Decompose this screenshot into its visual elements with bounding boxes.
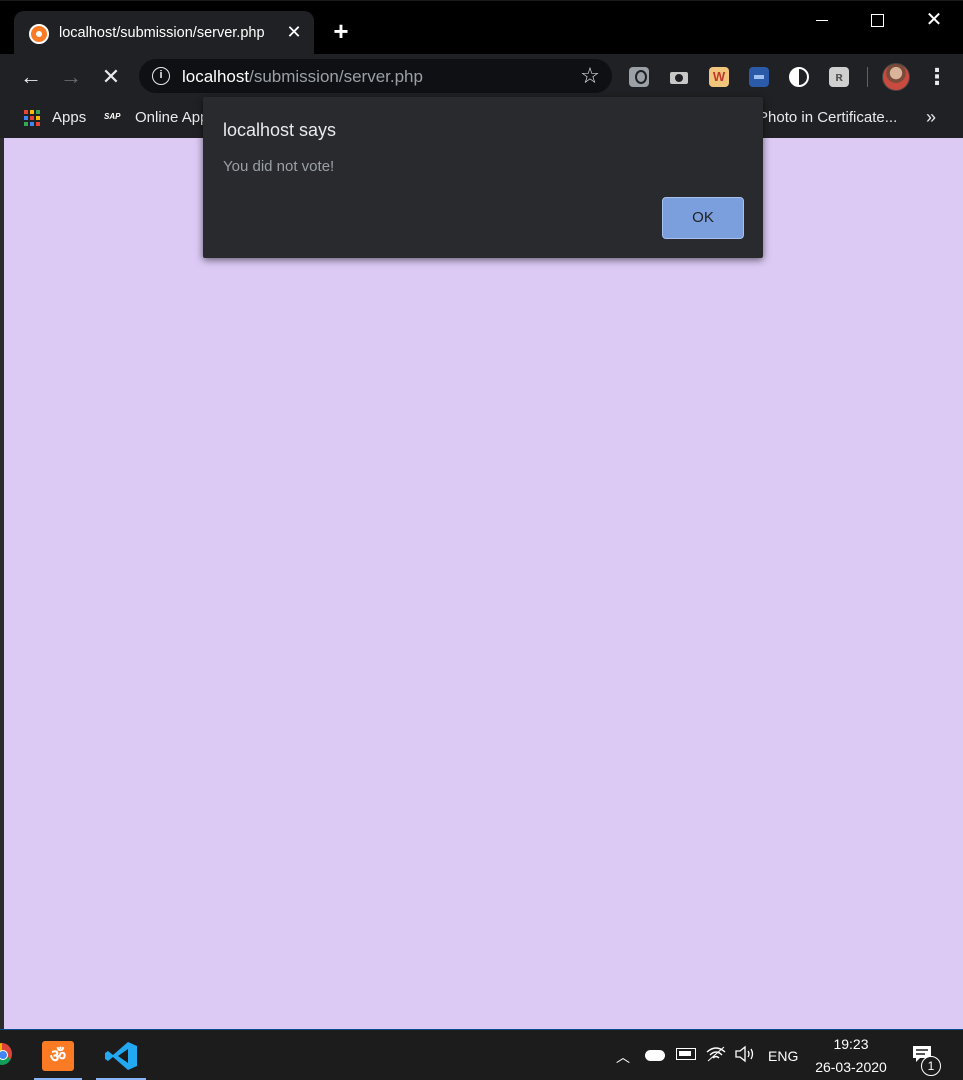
wifi-icon[interactable]	[706, 1045, 726, 1063]
w-extension-icon[interactable]: W	[709, 67, 729, 87]
browser-toolbar: ← → ✕ i localhost/submission/server.php …	[0, 54, 963, 100]
back-icon[interactable]: ←	[18, 64, 44, 90]
dialog-title: localhost says	[223, 120, 337, 140]
chrome-icon[interactable]	[0, 1043, 12, 1065]
new-tab-button[interactable]: +	[330, 18, 352, 44]
forward-icon[interactable]: →	[58, 64, 84, 90]
tab-close-icon[interactable]: ✕	[285, 21, 303, 43]
clock-time[interactable]: 19:23	[810, 1036, 892, 1052]
tab-title: localhost/submission/server.php	[59, 25, 265, 41]
vscode-icon[interactable]	[104, 1040, 138, 1072]
window-maximize-button[interactable]	[862, 9, 892, 33]
window-minimize-button[interactable]	[806, 9, 840, 33]
window-close-button[interactable]: ✕	[918, 7, 950, 33]
language-indicator[interactable]: ENG	[768, 1048, 798, 1064]
bookmarks-more-icon[interactable]: »	[926, 107, 936, 128]
camera-extension-icon[interactable]	[669, 67, 689, 87]
windows-taskbar: ॐ ︿ ENG 19:23 26-03-2020 1	[0, 1029, 963, 1080]
sap-icon: SAP	[104, 112, 121, 121]
url-host: localhost	[182, 67, 250, 86]
volume-icon[interactable]	[734, 1045, 756, 1063]
bookmark-online-app[interactable]: Online App	[135, 109, 208, 126]
dialog-message: You did not vote!	[223, 158, 335, 175]
title-bar: localhost/submission/server.php ✕ + ✕	[0, 0, 963, 55]
blue-extension-icon[interactable]	[749, 67, 769, 87]
xampp-icon[interactable]: ॐ	[42, 1041, 74, 1071]
toolbar-divider	[867, 67, 868, 87]
clock-date[interactable]: 26-03-2020	[810, 1059, 892, 1075]
onedrive-icon[interactable]	[645, 1050, 665, 1061]
notification-count-badge: 1	[921, 1056, 941, 1076]
profile-avatar[interactable]	[882, 63, 910, 91]
battery-icon[interactable]	[676, 1048, 696, 1060]
url-text[interactable]: localhost/submission/server.php	[182, 67, 423, 87]
ok-button[interactable]: OK	[662, 197, 744, 239]
k-extension-icon[interactable]: ʀ	[829, 67, 849, 87]
bookmark-star-icon[interactable]: ☆	[578, 64, 602, 88]
bookmark-photo-in-certificate[interactable]: Photo in Certificate...	[758, 109, 908, 126]
browser-tab[interactable]: localhost/submission/server.php ✕	[14, 11, 314, 55]
url-path: /submission/server.php	[249, 67, 423, 86]
contrast-extension-icon[interactable]	[789, 67, 809, 87]
alert-dialog: localhost says You did not vote! OK	[203, 97, 763, 258]
xampp-favicon-icon	[29, 24, 49, 44]
stop-loading-icon[interactable]: ✕	[98, 64, 124, 90]
bookmark-apps[interactable]: Apps	[52, 109, 86, 126]
show-hidden-icons-icon[interactable]: ︿	[616, 1047, 630, 1067]
info-icon[interactable]: i	[152, 67, 170, 85]
address-bar[interactable]: i localhost/submission/server.php ☆	[139, 59, 612, 93]
menu-icon[interactable]: ⋮	[926, 64, 948, 90]
page-content	[4, 138, 963, 1029]
bulb-extension-icon[interactable]	[629, 67, 649, 87]
apps-grid-icon[interactable]	[24, 110, 40, 126]
